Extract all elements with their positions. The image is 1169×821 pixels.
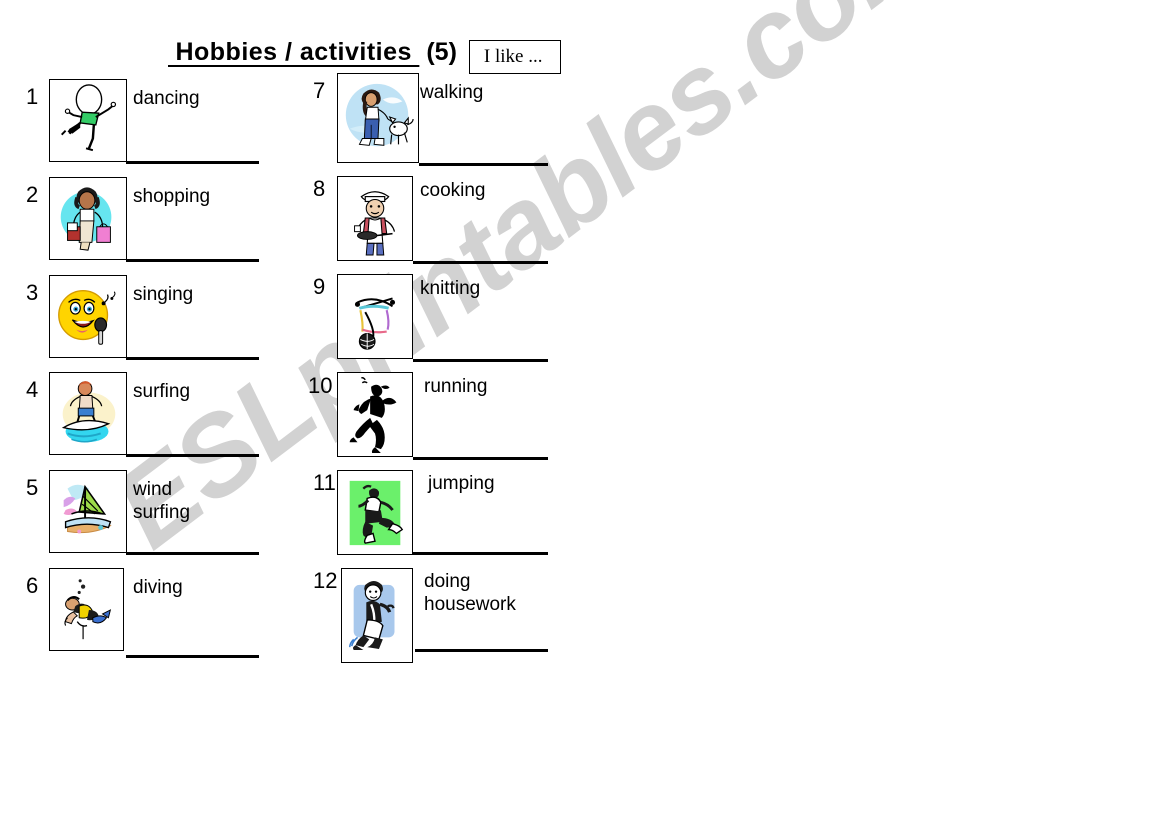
item-label: diving: [133, 577, 183, 598]
item-label: jumping: [428, 473, 495, 494]
item-label: cooking: [420, 180, 486, 201]
answer-line[interactable]: [126, 454, 259, 457]
worksheet: Hobbies / activities (5) I like ... 1 da…: [0, 0, 1169, 821]
worksheet-header: Hobbies / activities (5) I like ...: [168, 38, 561, 74]
answer-line[interactable]: [413, 261, 548, 264]
item-label: knitting: [420, 278, 481, 299]
item-number: 10: [308, 373, 333, 398]
item-number: 7: [313, 78, 326, 103]
item-label: doing housework: [424, 571, 516, 615]
item-number: 12: [313, 568, 338, 593]
page-title-count: (5): [426, 38, 457, 66]
diving-clipart: [49, 568, 124, 651]
answer-line[interactable]: [126, 552, 259, 555]
item-label: shopping: [133, 186, 211, 207]
item-number: 9: [313, 274, 326, 299]
dancing-clipart: [49, 79, 127, 162]
item-number: 4: [26, 377, 39, 402]
item-number: 11: [313, 470, 336, 495]
item-label: surfing: [133, 381, 191, 402]
item-number: 2: [26, 182, 39, 207]
cooking-clipart: [337, 176, 413, 261]
prompt-box: I like ...: [468, 40, 561, 74]
singing-clipart: [49, 275, 127, 358]
item-number: 5: [26, 475, 39, 500]
item-number: 6: [26, 573, 39, 598]
answer-line[interactable]: [415, 649, 548, 652]
knitting-clipart: [337, 274, 413, 359]
answer-line[interactable]: [126, 357, 259, 360]
answer-line[interactable]: [126, 655, 259, 658]
surfing-clipart: [49, 372, 127, 455]
item-label: dancing: [133, 88, 200, 109]
housework-clipart: [341, 568, 413, 663]
item-number: 1: [26, 84, 39, 109]
page-title: Hobbies / activities: [168, 38, 420, 66]
item-number: 3: [26, 280, 39, 305]
item-label: wind surfing: [133, 479, 191, 523]
running-clipart: [337, 372, 413, 457]
answer-line[interactable]: [413, 359, 548, 362]
item-label: running: [424, 376, 488, 397]
answer-line[interactable]: [419, 163, 548, 166]
item-label: walking: [420, 82, 484, 103]
shopping-clipart: [49, 177, 127, 260]
jumping-clipart: [337, 470, 413, 555]
item-label: singing: [133, 284, 194, 305]
answer-line[interactable]: [413, 552, 548, 555]
answer-line[interactable]: [126, 161, 259, 164]
answer-line[interactable]: [126, 259, 259, 262]
answer-line[interactable]: [413, 457, 548, 460]
item-number: 8: [313, 176, 326, 201]
wind-surfing-clipart: [49, 470, 127, 553]
walking-clipart: [337, 73, 419, 163]
